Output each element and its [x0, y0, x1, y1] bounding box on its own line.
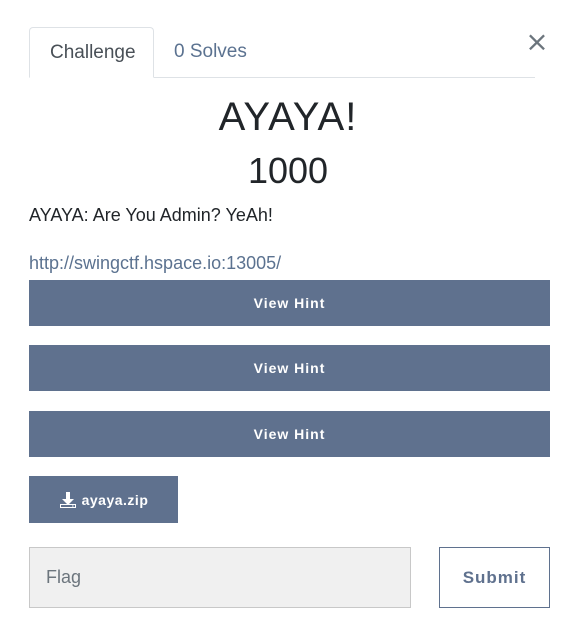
tab-challenge[interactable]: Challenge [29, 27, 154, 78]
tab-solves[interactable]: 0 Solves [154, 27, 267, 77]
view-hint-button-1[interactable]: View Hint [29, 280, 550, 326]
challenge-link[interactable]: http://swingctf.hspace.io:13005/ [29, 253, 281, 274]
download-file-button[interactable]: ayaya.zip [29, 476, 178, 523]
flag-input[interactable] [29, 547, 411, 608]
challenge-description: AYAYA: Are You Admin? YeAh! [29, 205, 273, 225]
challenge-points: 1000 [247, 150, 329, 191]
submit-button[interactable]: Submit [439, 547, 550, 608]
challenge-modal: Challenge 0 Solves × AYAYA! 1000 AYAYA: … [0, 0, 569, 640]
tab-bar: Challenge 0 Solves [29, 27, 535, 78]
view-hint-button-2[interactable]: View Hint [29, 345, 550, 391]
view-hint-button-3[interactable]: View Hint [29, 411, 550, 457]
challenge-title: AYAYA! [218, 95, 358, 139]
download-icon [59, 491, 76, 508]
close-icon[interactable]: × [522, 27, 552, 57]
download-file-label: ayaya.zip [81, 491, 149, 508]
